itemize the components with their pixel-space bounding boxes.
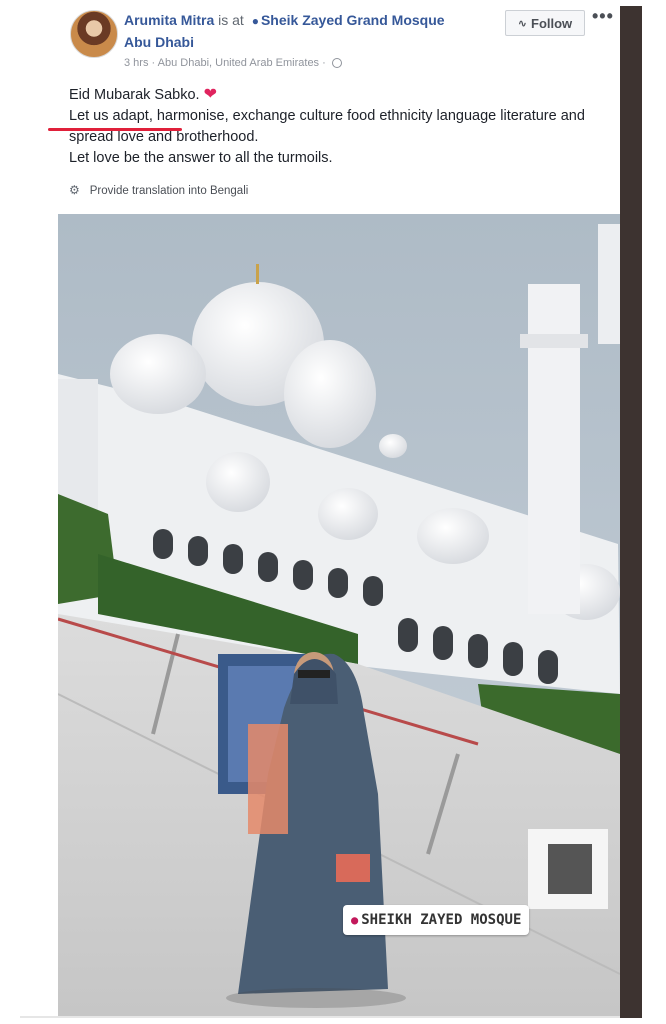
post-text-line2: Let us adapt, harmonise, exchange cultur… bbox=[69, 108, 585, 145]
divider bbox=[20, 1016, 620, 1018]
post-header: Arumita Mitra is at ● Sheik Zayed Grand M… bbox=[124, 12, 445, 28]
rss-icon: ∿ bbox=[517, 17, 528, 30]
post-meta: 3 hrs · Abu Dhabi, United Arab Emirates … bbox=[124, 57, 342, 69]
meta-separator-2: · bbox=[319, 57, 329, 69]
follow-button-label: Follow bbox=[531, 15, 573, 31]
more-options-icon[interactable]: ••• bbox=[592, 6, 614, 27]
post-timestamp[interactable]: 3 hrs bbox=[124, 57, 148, 69]
follow-button[interactable]: ∿ Follow bbox=[505, 10, 585, 36]
dark-edge-bar bbox=[620, 6, 642, 1018]
gear-icon: ⚙ bbox=[69, 183, 80, 197]
post-photo[interactable] bbox=[58, 214, 620, 1016]
red-underline-annotation bbox=[48, 128, 182, 131]
meta-separator: · bbox=[148, 57, 158, 69]
post-text-line3: Let love be the answer to all the turmoi… bbox=[69, 150, 333, 166]
translate-label: Provide translation into Bengali bbox=[89, 185, 249, 197]
location-sticker-text: SHEIKH ZAYED MOSQUE bbox=[361, 912, 522, 928]
map-pin-icon: ● bbox=[251, 14, 259, 28]
globe-icon bbox=[331, 58, 342, 68]
location-sticker: ● SHEIKH ZAYED MOSQUE bbox=[343, 905, 530, 935]
translate-link[interactable]: ⚙ Provide translation into Bengali bbox=[69, 183, 248, 197]
post-text-line1: Eid Mubarak Sabko. bbox=[69, 87, 200, 103]
post-text: Eid Mubarak Sabko. ❤ Let us adapt, harmon… bbox=[69, 84, 614, 169]
heart-icon: ❤ bbox=[203, 86, 217, 103]
place-link-line2[interactable]: Abu Dhabi bbox=[124, 34, 194, 50]
author-name-link[interactable]: Arumita Mitra bbox=[124, 12, 214, 28]
mosque-photo-illustration bbox=[58, 214, 620, 1016]
is-at-text: is at bbox=[218, 12, 244, 28]
author-avatar[interactable] bbox=[70, 10, 118, 58]
sticker-pin-icon: ● bbox=[351, 913, 359, 927]
place-link[interactable]: Sheik Zayed Grand Mosque bbox=[261, 12, 445, 28]
post-location[interactable]: Abu Dhabi, United Arab Emirates bbox=[158, 57, 319, 69]
